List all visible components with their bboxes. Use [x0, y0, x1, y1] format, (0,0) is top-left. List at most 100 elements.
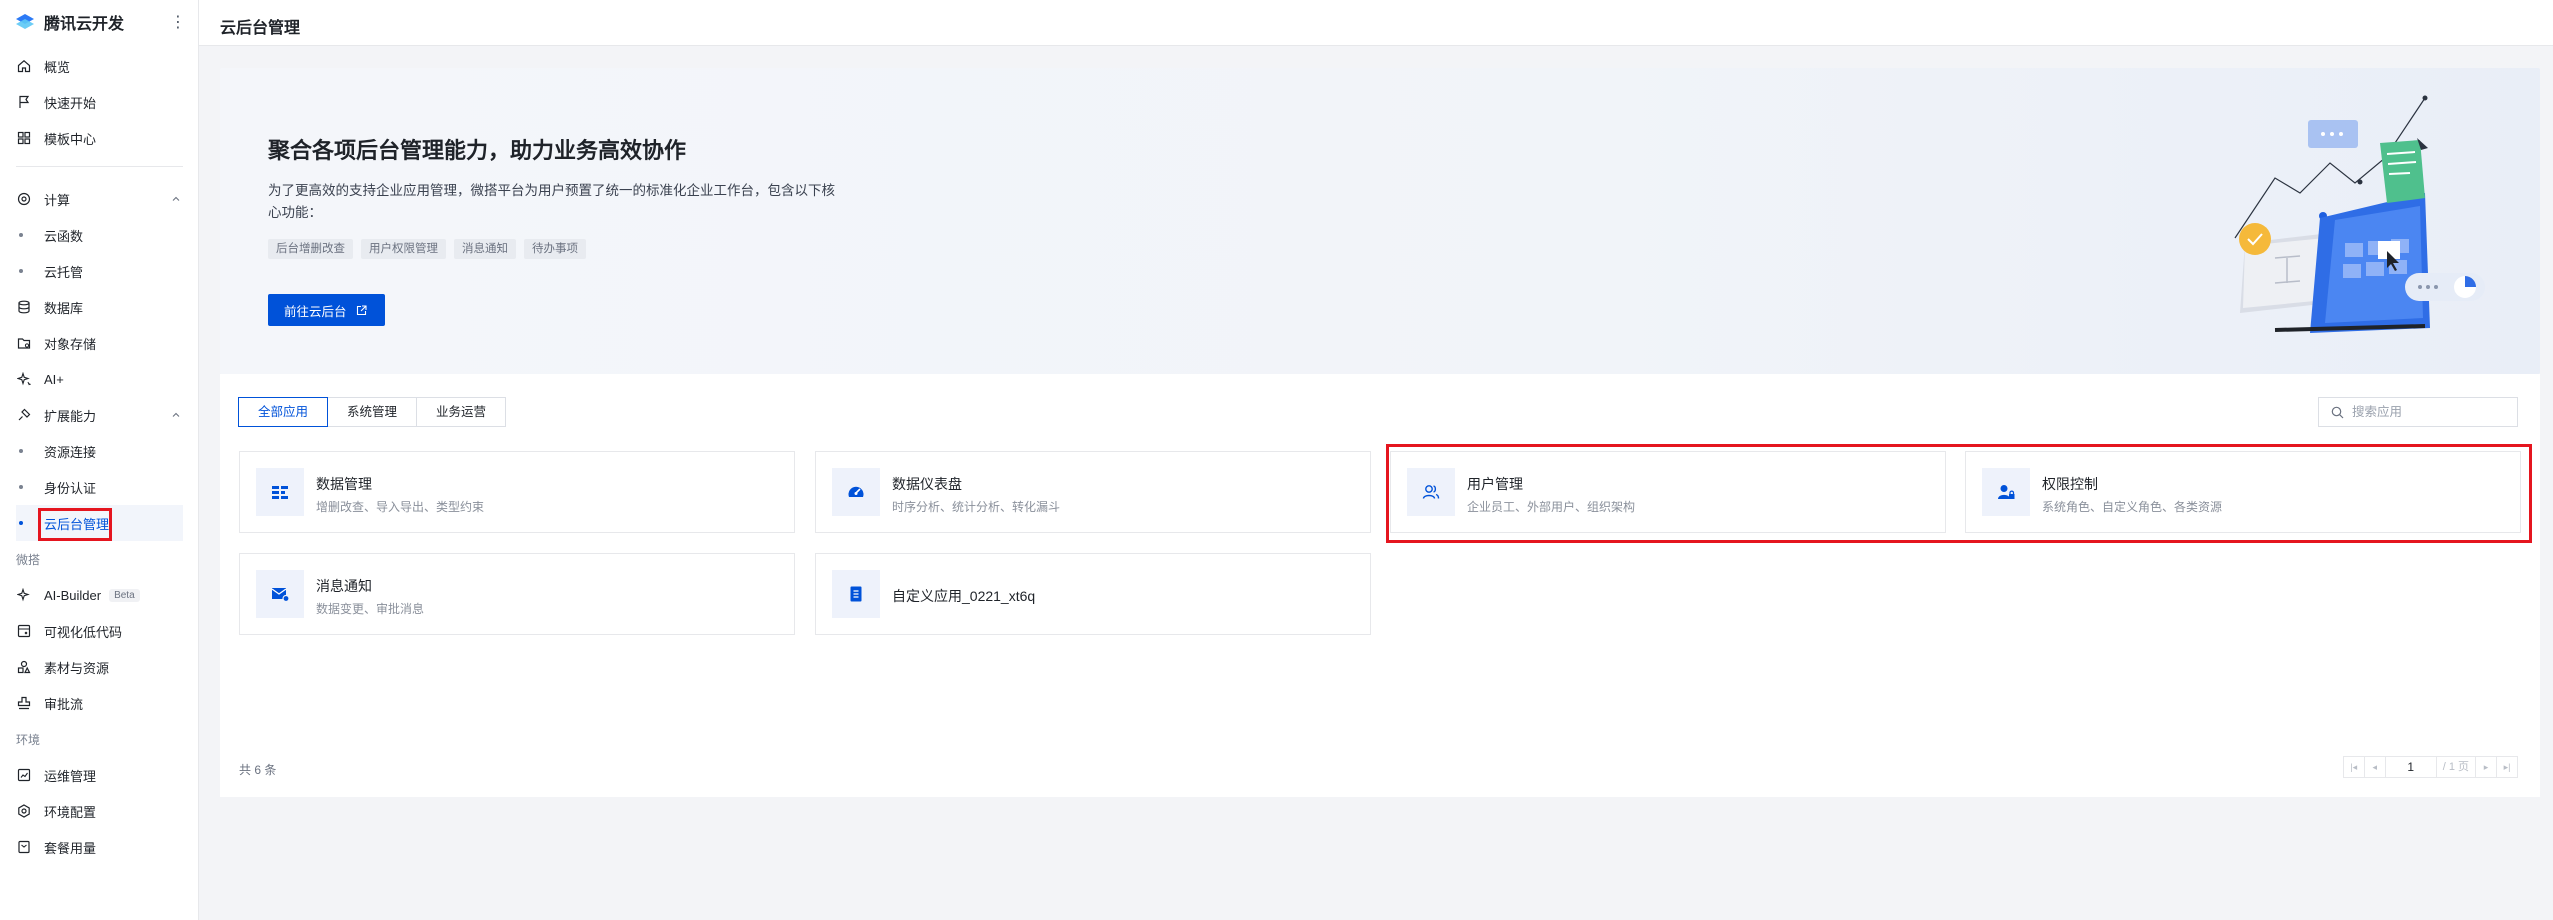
app-description: 增删改查、导入导出、类型约束	[316, 500, 485, 514]
bullet-icon	[19, 521, 23, 525]
sidebar-item-label: 云托管	[44, 264, 84, 280]
feature-tag: 后台增删改查	[268, 239, 353, 259]
compute-icon	[17, 192, 31, 206]
tencent-cloud-logo-icon	[14, 11, 36, 33]
total-count: 共 6 条	[239, 763, 277, 777]
bullet-icon	[19, 269, 23, 273]
highlight-box-cards	[1386, 444, 2532, 543]
app-card-data-management[interactable]: 数据管理 增删改查、导入导出、类型约束	[239, 451, 795, 533]
sidebar-item-compute[interactable]: 计算	[0, 181, 199, 217]
sidebar-item-quickstart[interactable]: 快速开始	[0, 84, 199, 120]
sparkle-icon	[17, 588, 31, 602]
app-card-custom[interactable]: 自定义应用_0221_xt6q	[815, 553, 1371, 635]
highlight-box-sidebar	[38, 508, 112, 541]
app-title: 自定义应用_0221_xt6q	[892, 588, 1036, 604]
last-page-icon[interactable]: ▸|	[2496, 756, 2518, 778]
search-icon	[2331, 406, 2344, 418]
top-bar: 云后台管理	[199, 0, 2553, 46]
sidebar-item-extension[interactable]: 扩展能力	[0, 397, 199, 433]
sidebar-item-label: 身份认证	[44, 480, 97, 496]
sidebar: 腾讯云开发 ⋮ 概览 快速开始 模板中心 计算 云函数 云托管 数据库 对象存储…	[0, 0, 199, 920]
app-title: 消息通知	[316, 578, 372, 594]
sidebar-item-cloud-functions[interactable]: 云函数	[0, 217, 199, 253]
sidebar-item-label: 可视化低代码	[44, 624, 123, 640]
sidebar-item-label: 环境配置	[44, 804, 97, 820]
sidebar-item-ops[interactable]: 运维管理	[0, 757, 199, 793]
sidebar-item-resource-connect[interactable]: 资源连接	[0, 433, 199, 469]
feature-tag: 消息通知	[454, 239, 516, 259]
app-card-message[interactable]: 消息通知 数据变更、审批消息	[239, 553, 795, 635]
banner-title: 聚合各项后台管理能力，助力业务高效协作	[268, 138, 687, 163]
sidebar-divider	[16, 166, 183, 167]
pagination: |◂ ◂ 1 / 1 页 ▸ ▸|	[2342, 756, 2518, 778]
app-panel: 全部应用 系统管理 业务运营 数据管理 增删改查、导入导出、类型约束 数据仪表盘…	[220, 374, 2540, 797]
sidebar-item-database[interactable]: 数据库	[0, 289, 199, 325]
sidebar-item-assets[interactable]: 素材与资源	[0, 649, 199, 685]
sidebar-item-label: 概览	[44, 59, 71, 75]
sparkle-icon	[17, 372, 31, 386]
brand[interactable]: 腾讯云开发 ⋮	[14, 10, 192, 34]
stamp-icon	[17, 696, 31, 710]
sidebar-item-cloud-run[interactable]: 云托管	[0, 253, 199, 289]
sidebar-item-lowcode[interactable]: 可视化低代码	[0, 613, 199, 649]
message-icon	[256, 570, 304, 618]
next-page-icon[interactable]: ▸	[2475, 756, 2497, 778]
search-box[interactable]	[2318, 397, 2518, 427]
sidebar-item-label: 数据库	[44, 300, 84, 316]
sidebar-item-ai[interactable]: AI+	[0, 361, 199, 397]
database-icon	[17, 300, 31, 314]
assets-icon	[17, 660, 31, 674]
sidebar-item-label: 对象存储	[44, 336, 97, 352]
tab-business[interactable]: 业务运营	[416, 397, 507, 427]
sidebar-item-label: 快速开始	[44, 95, 97, 111]
go-to-cloud-admin-button[interactable]: 前往云后台	[268, 294, 385, 326]
beta-badge: Beta	[109, 588, 140, 602]
sidebar-item-approval[interactable]: 审批流	[0, 685, 199, 721]
button-label: 前往云后台	[284, 304, 347, 319]
bullet-icon	[19, 485, 23, 489]
sidebar-item-storage[interactable]: 对象存储	[0, 325, 199, 361]
page-total: / 1 页	[2435, 756, 2476, 778]
sidebar-item-config[interactable]: 环境配置	[0, 793, 199, 829]
sidebar-item-label: 素材与资源	[44, 660, 110, 676]
chevron-up-icon[interactable]	[170, 409, 182, 421]
app-description: 数据变更、审批消息	[316, 602, 425, 616]
banner-illustration	[2234, 95, 2485, 333]
feature-tags: 后台增删改查 用户权限管理 消息通知 待办事项	[268, 239, 586, 259]
tab-all-apps[interactable]: 全部应用	[238, 397, 329, 427]
sidebar-item-auth[interactable]: 身份认证	[0, 469, 199, 505]
sidebar-item-label: 云函数	[44, 228, 84, 244]
prev-page-icon[interactable]: ◂	[2363, 756, 2386, 778]
sidebar-menu: 概览 快速开始 模板中心 计算 云函数 云托管 数据库 对象存储 AI+ 扩展能…	[0, 48, 199, 865]
sidebar-item-package[interactable]: 套餐用量	[0, 829, 199, 865]
sidebar-item-templates[interactable]: 模板中心	[0, 120, 199, 156]
sidebar-item-label: 扩展能力	[44, 408, 97, 424]
config-icon	[17, 804, 31, 818]
flag-icon	[17, 95, 31, 109]
sidebar-item-label: 计算	[44, 192, 71, 208]
feature-tag: 用户权限管理	[361, 239, 446, 259]
first-page-icon[interactable]: |◂	[2342, 756, 2365, 778]
page-input[interactable]: 1	[2384, 756, 2437, 778]
extension-icon	[17, 408, 31, 422]
app-card-dashboard[interactable]: 数据仪表盘 时序分析、统计分析、转化漏斗	[815, 451, 1371, 533]
tab-system[interactable]: 系统管理	[327, 397, 418, 427]
group-title-micro: 微搭	[16, 552, 41, 567]
sidebar-item-label: 运维管理	[44, 768, 97, 784]
search-input[interactable]	[2352, 405, 2502, 419]
banner-description: 为了更高效的支持企业应用管理，微搭平台为用户预置了统一的标准化企业工作台，包含以…	[268, 183, 835, 220]
more-vertical-icon[interactable]: ⋮	[170, 12, 186, 32]
sidebar-item-label: 资源连接	[44, 444, 97, 460]
ops-icon	[17, 768, 31, 782]
data-management-icon	[256, 468, 304, 516]
chevron-up-icon[interactable]	[170, 193, 182, 205]
sidebar-item-overview[interactable]: 概览	[0, 48, 199, 84]
app-title: 数据管理	[316, 476, 372, 492]
grid-icon	[17, 131, 31, 145]
lowcode-icon	[17, 624, 31, 638]
sidebar-item-label: 模板中心	[44, 131, 97, 147]
feature-tag: 待办事项	[524, 239, 586, 259]
sidebar-item-label: AI-Builder	[44, 587, 102, 603]
external-link-icon	[356, 304, 367, 315]
sidebar-item-ai-builder[interactable]: AI-Builder Beta	[0, 577, 199, 613]
